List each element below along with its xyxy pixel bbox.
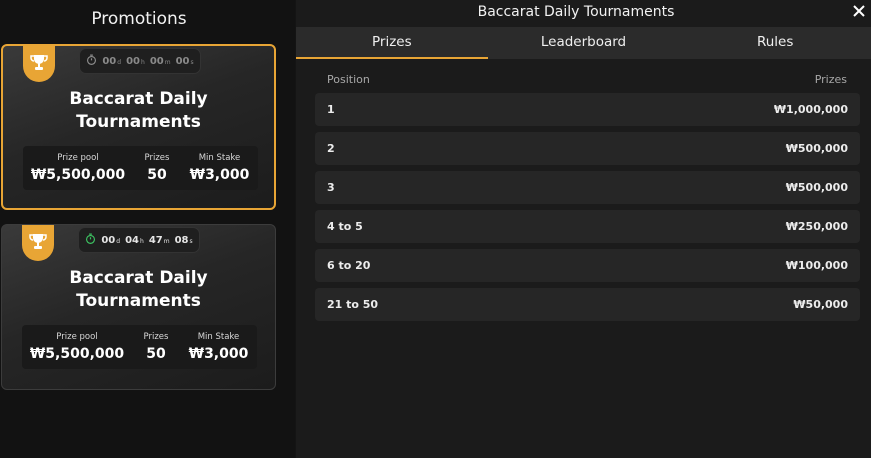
tournament-details-panel: Baccarat Daily Tournaments Prizes Leader… — [296, 0, 871, 458]
tab-prizes[interactable]: Prizes — [296, 27, 488, 59]
column-prizes: Prizes — [814, 73, 847, 86]
promotion-card-1[interactable]: 00d 00h 00m 00s Baccarat Daily Tournamen… — [1, 44, 276, 210]
timer-minutes: 00m — [149, 55, 171, 67]
stopwatch-icon — [86, 54, 97, 68]
card-stats: Prize pool ₩5,500,000 Prizes 50 Min Stak… — [22, 325, 257, 369]
min-stake-stat: Min Stake ₩3,000 — [188, 332, 249, 362]
card-stats: Prize pool ₩5,500,000 Prizes 50 Min Stak… — [23, 146, 258, 190]
trophy-icon — [22, 225, 54, 261]
row-position: 1 — [327, 103, 335, 116]
row-prize: ₩100,000 — [785, 259, 848, 272]
timer-seconds: 08s — [174, 234, 193, 246]
timer-minutes: 47m — [148, 234, 170, 246]
prize-pool-stat: Prize pool ₩5,500,000 — [29, 332, 125, 362]
table-row: 2 ₩500,000 — [315, 132, 860, 165]
table-row: 6 to 20 ₩100,000 — [315, 249, 860, 282]
promotion-card-2[interactable]: 00d 04h 47m 08s Baccarat Daily Tournamen… — [1, 224, 276, 390]
table-row: 1 ₩1,000,000 — [315, 93, 860, 126]
tab-rules[interactable]: Rules — [679, 27, 871, 59]
promotions-title: Promotions — [91, 9, 187, 29]
prizes-table: 1 ₩1,000,000 2 ₩500,000 3 ₩500,000 4 to … — [315, 93, 860, 327]
countdown-timer: 00d 04h 47m 08s — [78, 227, 200, 253]
timer-seconds: 00s — [175, 55, 194, 67]
tournament-title: Baccarat Daily Tournaments — [477, 4, 675, 20]
timer-hours: 04h — [125, 234, 144, 246]
row-position: 3 — [327, 181, 335, 194]
prizes-table-header: Position Prizes — [327, 73, 847, 86]
timer-days: 00d — [102, 55, 122, 67]
tab-bar: Prizes Leaderboard Rules — [296, 27, 871, 59]
stopwatch-icon — [85, 233, 96, 247]
timer-days: 00d — [101, 234, 121, 246]
row-position: 21 to 50 — [327, 298, 379, 311]
card-title: Baccarat Daily Tournaments — [69, 89, 208, 132]
row-prize: ₩500,000 — [785, 181, 848, 194]
table-row: 3 ₩500,000 — [315, 171, 860, 204]
row-prize: ₩1,000,000 — [773, 103, 848, 116]
trophy-icon — [23, 46, 55, 82]
prizes-stat: Prizes 50 — [143, 332, 169, 362]
row-position: 4 to 5 — [327, 220, 363, 233]
close-icon[interactable] — [848, 0, 870, 22]
countdown-timer: 00d 00h 00m 00s — [79, 48, 201, 74]
timer-hours: 00h — [126, 55, 145, 67]
tab-leaderboard[interactable]: Leaderboard — [488, 27, 680, 59]
min-stake-stat: Min Stake ₩3,000 — [189, 153, 250, 183]
prizes-stat: Prizes 50 — [144, 153, 170, 183]
column-position: Position — [327, 73, 370, 86]
row-prize: ₩500,000 — [785, 142, 848, 155]
promotions-panel: Promotions 00d 00h 00m 00s Baccarat Dail… — [0, 0, 295, 458]
card-title: Baccarat Daily Tournaments — [69, 268, 208, 311]
table-row: 4 to 5 ₩250,000 — [315, 210, 860, 243]
table-row: 21 to 50 ₩50,000 — [315, 288, 860, 321]
row-prize: ₩50,000 — [793, 298, 848, 311]
row-prize: ₩250,000 — [785, 220, 848, 233]
row-position: 2 — [327, 142, 335, 155]
row-position: 6 to 20 — [327, 259, 371, 272]
prize-pool-stat: Prize pool ₩5,500,000 — [30, 153, 126, 183]
